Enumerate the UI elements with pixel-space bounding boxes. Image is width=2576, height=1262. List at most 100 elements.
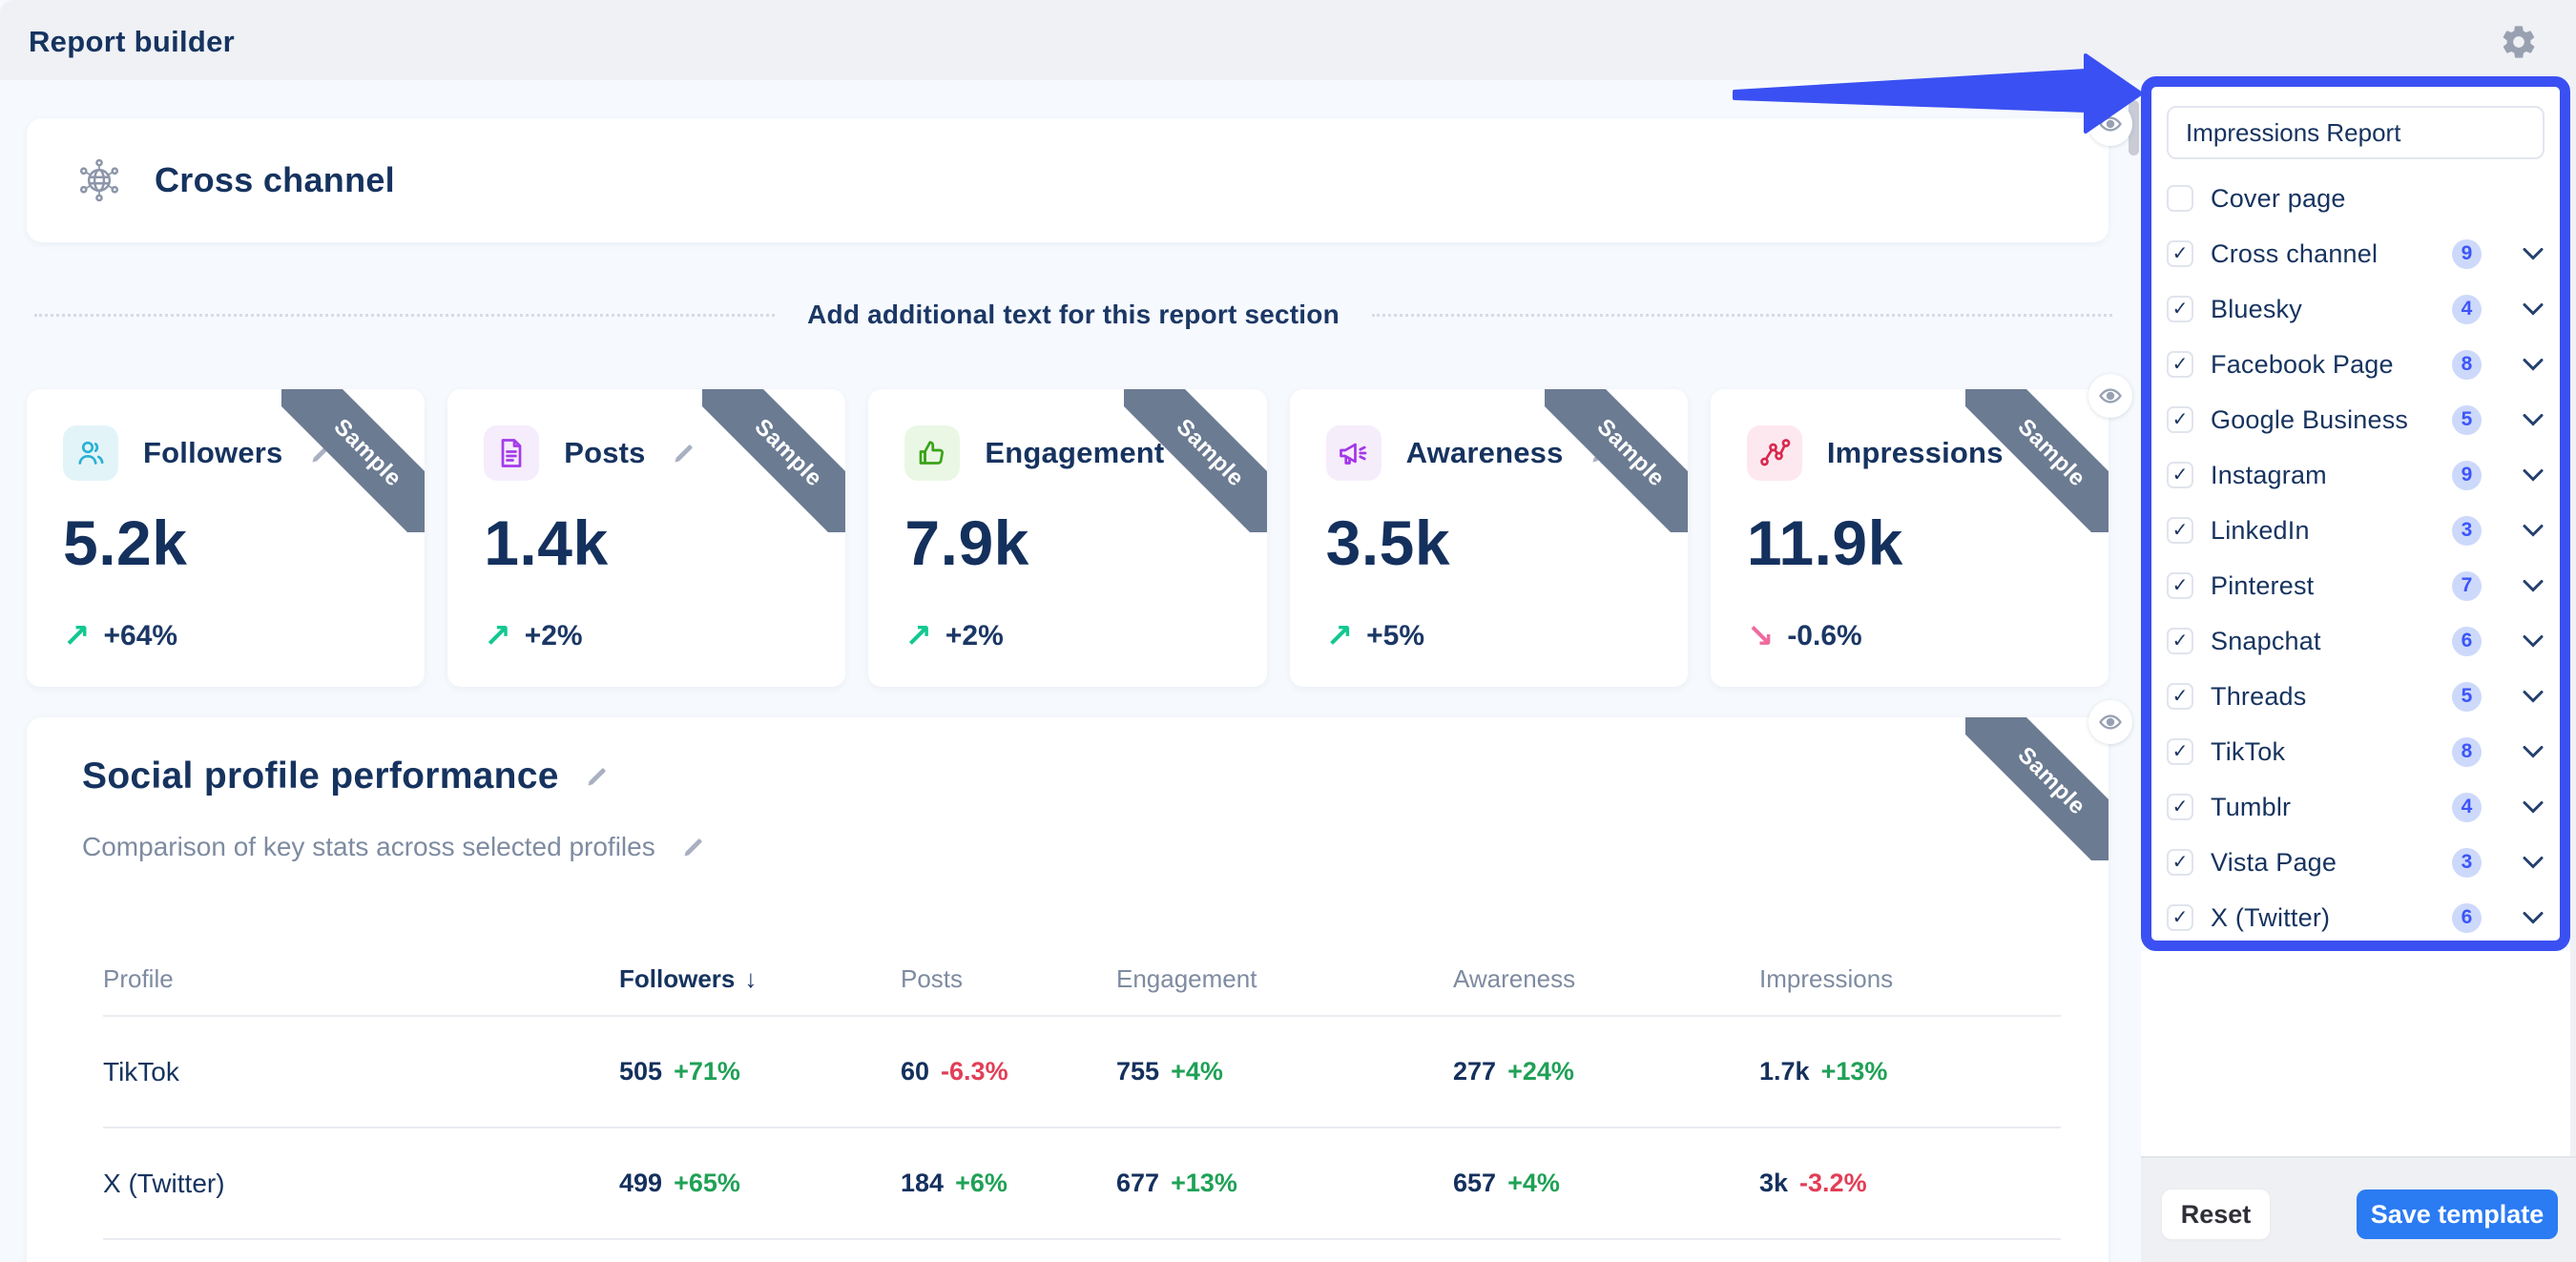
checkbox[interactable]: ✓ <box>2167 572 2193 599</box>
checkbox[interactable]: ✓ <box>2167 240 2193 267</box>
column-header-profile[interactable]: Profile <box>103 964 619 994</box>
section-title: Cross channel <box>155 160 395 200</box>
edit-icon[interactable] <box>1189 441 1215 466</box>
sort-desc-icon: ↓ <box>744 964 757 993</box>
section-item-bluesky[interactable]: ✓ Bluesky 4 <box>2167 281 2545 337</box>
metric-card-posts: Sample Posts 1.4k ↗ +2% <box>447 389 845 687</box>
count-badge: 9 <box>2452 461 2482 490</box>
edit-icon[interactable] <box>2028 441 2054 466</box>
gear-icon[interactable] <box>2500 23 2538 61</box>
edit-icon[interactable] <box>1589 441 1614 466</box>
metric-label: Followers <box>143 436 283 470</box>
count-badge: 7 <box>2452 571 2482 601</box>
top-bar: Report builder <box>0 0 2576 80</box>
chevron-down-icon[interactable] <box>2522 301 2545 317</box>
chevron-down-icon[interactable] <box>2522 412 2545 427</box>
section-item-vista-page[interactable]: ✓ Vista Page 3 <box>2167 835 2545 890</box>
checkbox[interactable]: ✓ <box>2167 462 2193 488</box>
engagement-icon <box>904 425 960 481</box>
count-badge: 3 <box>2452 516 2482 546</box>
edit-icon[interactable] <box>584 764 610 790</box>
section-item-google-business[interactable]: ✓ Google Business 5 <box>2167 392 2545 447</box>
column-header-engagement[interactable]: Engagement <box>1116 964 1453 994</box>
profile-cell: TikTok <box>103 1057 619 1087</box>
checkbox[interactable]: ✓ <box>2167 794 2193 820</box>
checkbox[interactable]: ✓ <box>2167 849 2193 876</box>
chevron-down-icon[interactable] <box>2522 689 2545 704</box>
edit-icon[interactable] <box>680 835 706 860</box>
impressions-value: 1.7k <box>1759 1057 1810 1086</box>
add-text-placeholder: Add additional text for this report sect… <box>807 300 1340 330</box>
metric-change: +2% <box>945 620 1004 652</box>
section-item-tiktok[interactable]: ✓ TikTok 8 <box>2167 724 2545 779</box>
panel-footer: Reset Save template <box>2141 1156 2576 1262</box>
cross-channel-globe-icon <box>74 155 124 205</box>
eye-icon[interactable] <box>2088 700 2132 744</box>
followers-change: +71% <box>674 1057 740 1086</box>
section-subtitle: Comparison of key stats across selected … <box>82 832 655 862</box>
trend-arrow-icon: ↗ <box>1326 620 1354 652</box>
chevron-down-icon[interactable] <box>2522 855 2545 870</box>
column-header-followers[interactable]: Followers↓ <box>619 964 901 994</box>
table-row: X (Twitter) 499+65% 184+6% 677+13% 657+4… <box>103 1128 2061 1240</box>
impressions-icon <box>1747 425 1802 481</box>
eye-icon[interactable] <box>2088 102 2132 146</box>
report-name-input[interactable] <box>2167 106 2545 159</box>
chevron-down-icon[interactable] <box>2522 523 2545 538</box>
chevron-down-icon[interactable] <box>2522 799 2545 815</box>
metric-value: 7.9k <box>904 511 1266 574</box>
checkbox[interactable]: ✓ <box>2167 296 2193 322</box>
chevron-down-icon[interactable] <box>2522 578 2545 593</box>
section-item-cross-channel[interactable]: ✓ Cross channel 9 <box>2167 226 2545 281</box>
dotted-divider <box>1372 314 2112 317</box>
checkbox[interactable]: ✓ <box>2167 351 2193 378</box>
chevron-down-icon[interactable] <box>2522 633 2545 649</box>
section-item-facebook-page[interactable]: ✓ Facebook Page 8 <box>2167 337 2545 392</box>
checkbox[interactable]: ✓ <box>2167 517 2193 544</box>
column-header-awareness[interactable]: Awareness <box>1453 964 1759 994</box>
section-item-snapchat[interactable]: ✓ Snapchat 6 <box>2167 613 2545 669</box>
count-badge: 6 <box>2452 903 2482 933</box>
checkbox[interactable]: ✓ <box>2167 738 2193 765</box>
chevron-down-icon[interactable] <box>2522 246 2545 261</box>
edit-icon[interactable] <box>308 441 334 466</box>
metric-value: 1.4k <box>484 511 845 574</box>
add-section-text-field[interactable]: Add additional text for this report sect… <box>34 294 2112 336</box>
section-item-tumblr[interactable]: ✓ Tumblr 4 <box>2167 779 2545 835</box>
column-header-impressions[interactable]: Impressions <box>1759 964 2061 994</box>
section-item-cover-page[interactable]: Cover page <box>2167 171 2545 226</box>
social-profile-performance-section: Sample Social profile performance Compar… <box>27 717 2109 1262</box>
save-template-button[interactable]: Save template <box>2357 1190 2558 1239</box>
posts-icon <box>484 425 539 481</box>
column-header-posts[interactable]: Posts <box>901 964 1116 994</box>
chevron-down-icon[interactable] <box>2522 357 2545 372</box>
metric-card-engagement: Sample Engagement 7.9k ↗ +2% <box>868 389 1266 687</box>
chevron-down-icon[interactable] <box>2522 467 2545 483</box>
eye-icon[interactable] <box>2088 374 2132 418</box>
report-builder-screen: Report builder Cross channel Add additio… <box>0 0 2576 1262</box>
dotted-divider <box>34 314 775 317</box>
profile-cell: X (Twitter) <box>103 1169 619 1199</box>
section-item-threads[interactable]: ✓ Threads 5 <box>2167 669 2545 724</box>
checkbox[interactable] <box>2167 185 2193 212</box>
checkbox[interactable]: ✓ <box>2167 628 2193 654</box>
engagement-value: 677 <box>1116 1169 1159 1197</box>
chevron-down-icon[interactable] <box>2522 744 2545 759</box>
checkbox[interactable]: ✓ <box>2167 406 2193 433</box>
section-item-instagram[interactable]: ✓ Instagram 9 <box>2167 447 2545 503</box>
section-item-linkedin[interactable]: ✓ LinkedIn 3 <box>2167 503 2545 558</box>
edit-icon[interactable] <box>671 441 696 466</box>
chevron-down-icon[interactable] <box>2522 910 2545 925</box>
section-item-x-twitter[interactable]: ✓ X (Twitter) 6 <box>2167 890 2545 945</box>
section-title: Social profile performance <box>82 755 559 797</box>
reset-button[interactable]: Reset <box>2162 1190 2270 1239</box>
awareness-value: 657 <box>1453 1169 1496 1197</box>
metric-change: +64% <box>104 620 178 652</box>
engagement-value: 755 <box>1116 1057 1159 1086</box>
checkbox[interactable]: ✓ <box>2167 683 2193 710</box>
count-badge: 5 <box>2452 405 2482 435</box>
checkbox[interactable]: ✓ <box>2167 904 2193 931</box>
count-badge: 5 <box>2452 682 2482 712</box>
metric-value: 5.2k <box>63 511 425 574</box>
section-item-pinterest[interactable]: ✓ Pinterest 7 <box>2167 558 2545 613</box>
